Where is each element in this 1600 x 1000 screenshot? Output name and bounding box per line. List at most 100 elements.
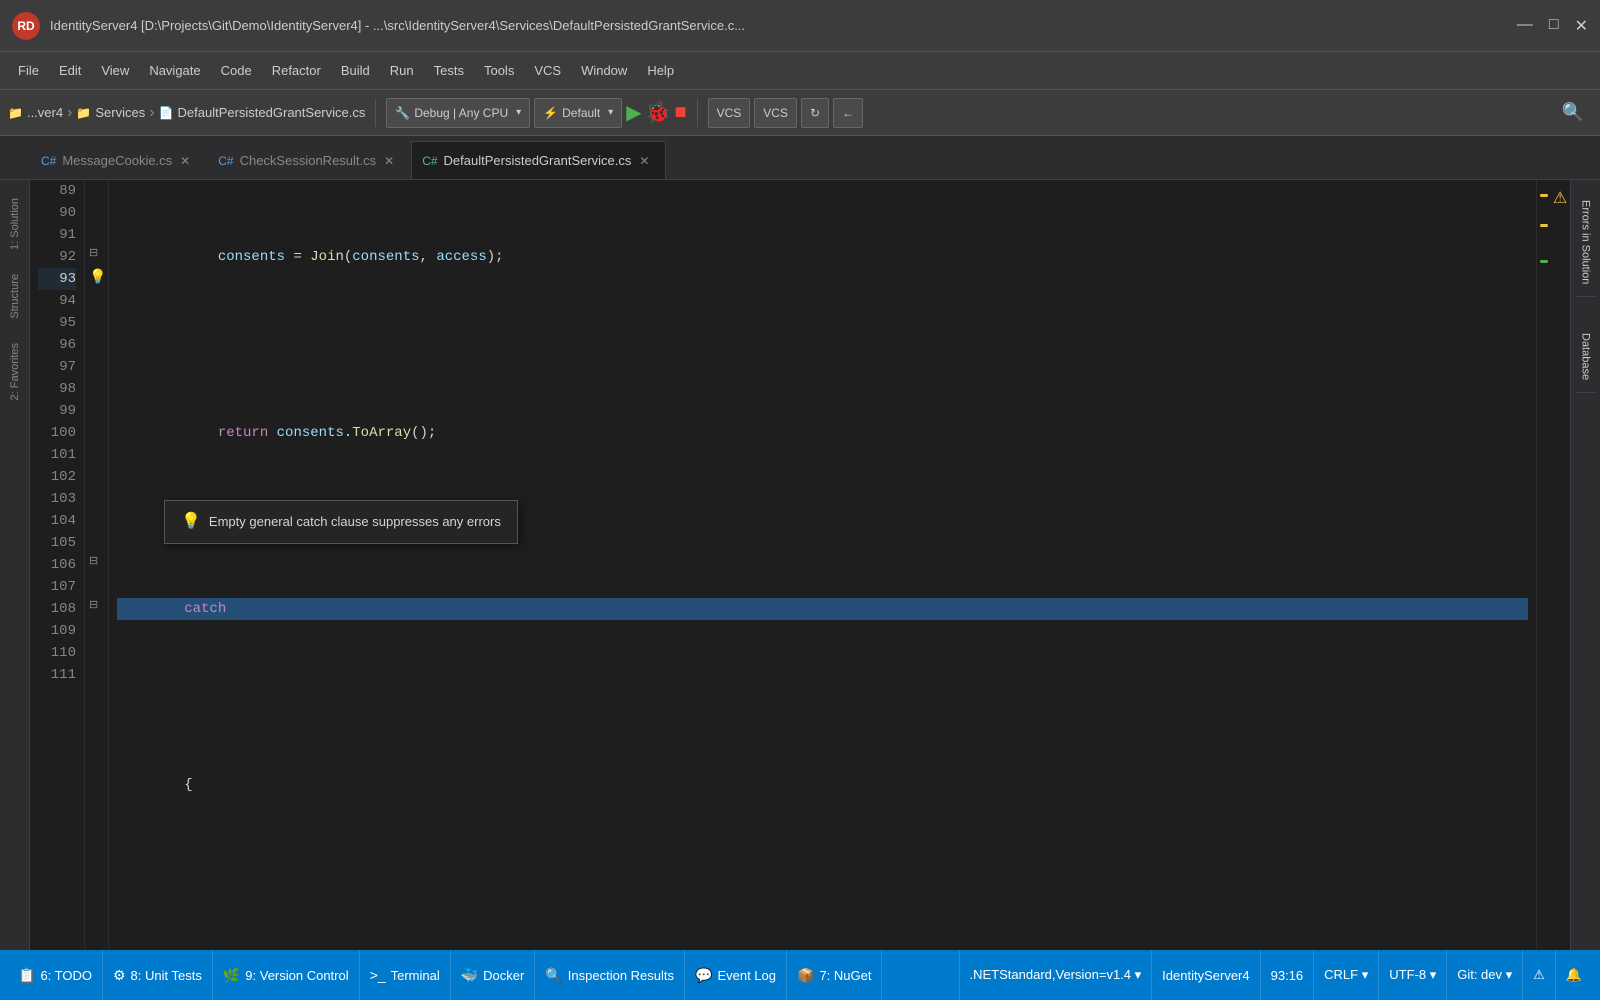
menu-tests[interactable]: Tests xyxy=(424,59,474,82)
statusbar-terminal[interactable]: >_ Terminal xyxy=(360,950,451,1000)
menu-vcs[interactable]: VCS xyxy=(524,59,571,82)
statusbar-unit-tests[interactable]: ⚙ 8: Unit Tests xyxy=(103,950,213,1000)
inspection-icon: 🔍 xyxy=(545,967,562,984)
tab-icon-2: C# xyxy=(218,154,233,168)
code-line-94: { xyxy=(117,774,1528,796)
file-icon: 📄 xyxy=(159,106,174,120)
statusbar-event-log[interactable]: 💬 Event Log xyxy=(685,950,787,1000)
line-numbers: 89 90 91 92 93 94 95 96 97 98 99 100 101… xyxy=(30,180,85,950)
menu-view[interactable]: View xyxy=(91,59,139,82)
breadcrumb-file-label: DefaultPersistedGrantService.cs xyxy=(178,105,366,120)
statusbar-todo[interactable]: 📋 6: TODO xyxy=(8,950,103,1000)
fold-icon-3[interactable]: ⊟ xyxy=(89,598,98,611)
app-icon: RD xyxy=(12,12,40,40)
tab-label-2: CheckSessionResult.cs xyxy=(240,153,377,168)
tab-defaultpersisted[interactable]: C# DefaultPersistedGrantService.cs ✕ xyxy=(411,141,666,179)
fold-icon-1[interactable]: ⊟ xyxy=(89,246,98,259)
debug-config-button[interactable]: 🔧 Debug | Any CPU xyxy=(386,98,530,128)
search-button[interactable]: 🔍 xyxy=(1554,98,1592,127)
lightbulb-icon: 💡 xyxy=(89,268,106,285)
code-editor[interactable]: 89 90 91 92 93 94 95 96 97 98 99 100 101… xyxy=(30,180,1570,950)
run-button[interactable]: ▶ xyxy=(626,100,641,125)
code-line-89: consents = Join(consents, access); xyxy=(117,246,1528,268)
panel-errors-in-solution[interactable]: Errors in Solution xyxy=(1576,188,1596,297)
tooltip-bulb-icon: 💡 xyxy=(181,511,201,533)
vcs-back[interactable]: ← xyxy=(833,98,863,128)
menu-edit[interactable]: Edit xyxy=(49,59,91,82)
menu-file[interactable]: File xyxy=(8,59,49,82)
event-log-icon: 💬 xyxy=(695,967,712,984)
todo-icon: 📋 xyxy=(18,967,35,984)
editor-gutter: 💡 ⊟ ⊟ ⊟ xyxy=(85,180,109,950)
run-config-button[interactable]: ⚡ Default xyxy=(534,98,622,128)
nuget-icon: 📦 xyxy=(797,967,814,984)
statusbar-inspection[interactable]: 🔍 Inspection Results xyxy=(535,950,685,1000)
toolbar-sep-1 xyxy=(375,99,376,127)
statusbar-line-ending[interactable]: CRLF ▾ xyxy=(1313,950,1378,1000)
tab-label-3: DefaultPersistedGrantService.cs xyxy=(444,153,632,168)
terminal-icon: >_ xyxy=(370,967,386,983)
statusbar-encoding[interactable]: UTF-8 ▾ xyxy=(1378,950,1446,1000)
sidebar-item-favorites[interactable]: 2: Favorites xyxy=(5,333,25,410)
close-button[interactable]: ✕ xyxy=(1575,16,1588,36)
menu-window[interactable]: Window xyxy=(571,59,637,82)
left-sidebar: 1: Solution Structure 2: Favorites xyxy=(0,180,30,950)
statusbar-warnings[interactable]: ⚠ xyxy=(1522,950,1555,1000)
titlebar: RD IdentityServer4 [D:\Projects\Git\Demo… xyxy=(0,0,1600,52)
statusbar-project[interactable]: IdentityServer4 xyxy=(1151,950,1259,1000)
breadcrumb-services[interactable]: 📁 Services xyxy=(76,105,145,120)
vcs-refresh[interactable]: ↻ xyxy=(801,98,829,128)
maximize-button[interactable]: □ xyxy=(1549,16,1559,36)
tab-checksession[interactable]: C# CheckSessionResult.cs ✕ xyxy=(207,141,411,179)
right-panel: Errors in Solution Database xyxy=(1570,180,1600,950)
sidebar-item-solution[interactable]: 1: Solution xyxy=(5,188,25,260)
scrollbar-track[interactable] xyxy=(1536,180,1550,950)
folder-icon: 📁 xyxy=(8,106,23,120)
window-title: IdentityServer4 [D:\Projects\Git\Demo\Id… xyxy=(50,18,1517,33)
menu-help[interactable]: Help xyxy=(637,59,684,82)
toolbar-sep-2 xyxy=(697,99,698,127)
menu-code[interactable]: Code xyxy=(211,59,262,82)
breadcrumb-file[interactable]: 📄 DefaultPersistedGrantService.cs xyxy=(159,105,366,120)
menu-run[interactable]: Run xyxy=(380,59,424,82)
statusbar-git[interactable]: Git: dev ▾ xyxy=(1446,950,1522,1000)
window-controls[interactable]: — □ ✕ xyxy=(1517,16,1588,36)
statusbar-nuget-label: 7: NuGet xyxy=(819,968,871,983)
fold-icon-2[interactable]: ⊟ xyxy=(89,554,98,567)
position-label: 93:16 xyxy=(1271,968,1304,983)
project-label: IdentityServer4 xyxy=(1162,968,1249,983)
debug-button[interactable]: 🐞 xyxy=(646,100,671,125)
minimize-button[interactable]: — xyxy=(1517,16,1533,36)
statusbar-event-log-label: Event Log xyxy=(717,968,776,983)
folder-icon-2: 📁 xyxy=(76,106,91,120)
panel-database[interactable]: Database xyxy=(1576,321,1596,393)
tab-messagecookie[interactable]: C# MessageCookie.cs ✕ xyxy=(30,141,207,179)
statusbar-notifications[interactable]: 🔔 xyxy=(1555,950,1592,1000)
tab-close-2[interactable]: ✕ xyxy=(382,152,396,170)
sidebar-item-structure[interactable]: Structure xyxy=(5,264,25,329)
statusbar-framework[interactable]: .NETStandard,Version=v1.4 ▾ xyxy=(959,950,1152,1000)
git-label: Git: dev ▾ xyxy=(1457,967,1512,983)
menu-navigate[interactable]: Navigate xyxy=(139,59,210,82)
statusbar-position[interactable]: 93:16 xyxy=(1260,950,1314,1000)
statusbar-unit-tests-label: 8: Unit Tests xyxy=(131,968,202,983)
statusbar-nuget[interactable]: 📦 7: NuGet xyxy=(787,950,882,1000)
docker-icon: 🐳 xyxy=(461,967,478,984)
encoding-label: UTF-8 ▾ xyxy=(1389,967,1436,983)
statusbar-version-control[interactable]: 🌿 9: Version Control xyxy=(213,950,360,1000)
breadcrumb-root[interactable]: 📁 ...ver4 xyxy=(8,105,63,120)
menu-build[interactable]: Build xyxy=(331,59,380,82)
vcs-button-2[interactable]: VCS xyxy=(754,98,797,128)
breadcrumb-root-label: ...ver4 xyxy=(27,105,63,120)
tab-close-1[interactable]: ✕ xyxy=(178,152,192,170)
stop-button[interactable]: ■ xyxy=(675,101,687,124)
toolbar-vcs-group: VCS VCS ↻ ← xyxy=(708,98,863,128)
vcs-button-1[interactable]: VCS xyxy=(708,98,751,128)
menu-tools[interactable]: Tools xyxy=(474,59,524,82)
menu-refactor[interactable]: Refactor xyxy=(262,59,331,82)
code-content[interactable]: consents = Join(consents, access); retur… xyxy=(109,180,1536,950)
scrollbar-success-marker xyxy=(1540,260,1548,263)
statusbar-docker[interactable]: 🐳 Docker xyxy=(451,950,536,1000)
code-line-93: catch xyxy=(117,598,1528,620)
tab-close-3[interactable]: ✕ xyxy=(637,152,651,170)
